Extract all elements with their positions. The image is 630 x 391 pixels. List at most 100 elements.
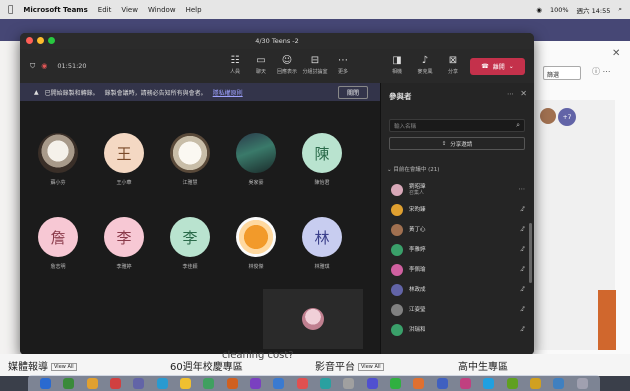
participant-row[interactable]: 洪瑞和 ♪̸ [391, 322, 527, 338]
app-menu[interactable]: Microsoft Teams [23, 6, 87, 14]
background-filter-button[interactable]: 篩選 [543, 66, 581, 80]
panel-close-icon[interactable]: ✕ [520, 89, 527, 98]
shield-icon[interactable]: ⛉ [30, 62, 35, 71]
wifi-icon[interactable]: ◉ [536, 6, 542, 14]
dock-app-icon[interactable] [86, 377, 98, 389]
close-window-icon[interactable] [26, 37, 33, 44]
minimize-window-icon[interactable] [37, 37, 44, 44]
mic-off-icon[interactable]: ♪̸ [521, 325, 525, 333]
participant-tile[interactable]: 江雅慧 [165, 133, 215, 186]
share-invite-button[interactable]: ⇪ 分享邀請 [389, 137, 525, 150]
dock-app-icon[interactable] [366, 377, 378, 389]
leave-button[interactable]: ☎ 離開 ⌄ [470, 58, 525, 75]
participant-row[interactable]: 江姿瑩 ♪̸ [391, 302, 527, 318]
share-button[interactable]: ⊠ 分享 [440, 55, 466, 75]
more-icon: ⋯ [338, 55, 348, 66]
dock-app-icon[interactable] [40, 377, 52, 389]
mic-off-icon[interactable]: ♪̸ [521, 205, 525, 213]
battery-label[interactable]: 100% [550, 6, 569, 14]
background-count-badge: +7 [558, 108, 576, 126]
video-platform-link[interactable]: 影音平台 View All [315, 358, 384, 373]
participant-search-input[interactable]: 輸入名稱 ⌕ [389, 119, 525, 132]
participant-row[interactable]: 黃丁心 ♪̸ [391, 222, 527, 238]
dock-app-icon[interactable] [390, 377, 402, 389]
background-page-strip: 媒體報導 View All 60週年校慶專區 cleaning cost? 影音平… [0, 350, 630, 376]
record-icon: ◉ [41, 62, 48, 70]
apple-icon[interactable]:  [8, 5, 13, 15]
participant-tile[interactable]: 李李雅婷 [99, 217, 149, 270]
mic-off-icon[interactable]: ♪̸ [521, 305, 525, 313]
dock-app-icon[interactable] [506, 377, 518, 389]
participant-row[interactable]: 宋昀臻 ♪̸ [391, 202, 527, 218]
menu-window[interactable]: Window [148, 6, 176, 14]
dock-app-icon[interactable] [250, 377, 262, 389]
participant-tile[interactable]: 李李佳穎 [165, 217, 215, 270]
view-all-tag[interactable]: View All [51, 363, 77, 371]
people-button[interactable]: ☷ 人員 [222, 55, 248, 75]
participant-row-avatar [391, 264, 403, 276]
participant-row[interactable]: 劉昭瑋 召集人 ⋯ [391, 182, 527, 198]
menu-view[interactable]: View [121, 6, 138, 14]
background-close-icon[interactable]: ✕ [612, 48, 620, 59]
background-more-icon[interactable]: ⓘ ⋯ [592, 66, 611, 77]
reactions-button[interactable]: ☺ 回應表示 [274, 55, 300, 75]
mic-off-icon[interactable]: ♪̸ [521, 285, 525, 293]
mic-button[interactable]: ♪ 麥克風 [412, 55, 438, 75]
participant-tile[interactable]: 陳陳怡君 [297, 133, 347, 186]
media-link[interactable]: 媒體報導 View All [8, 358, 77, 373]
camera-button[interactable]: ◨ 相機 [384, 55, 410, 75]
participant-avatar [236, 133, 276, 173]
clock[interactable]: 週六 14:55 [577, 5, 611, 15]
participants-scrollbar[interactable] [529, 223, 532, 283]
dock-app-icon[interactable] [133, 377, 145, 389]
zoom-window-icon[interactable] [48, 37, 55, 44]
banner-close-button[interactable]: 關閉 [337, 86, 368, 99]
dock-app-icon[interactable] [320, 377, 332, 389]
participant-row[interactable]: 林政成 ♪̸ [391, 282, 527, 298]
dock-app-icon[interactable] [553, 377, 565, 389]
mic-off-icon[interactable]: ♪̸ [521, 245, 525, 253]
participant-tile[interactable]: 吳家豪 [231, 133, 281, 186]
participant-name: 吳家豪 [248, 180, 264, 186]
dock-app-icon[interactable] [530, 377, 542, 389]
dock-app-icon[interactable] [273, 377, 285, 389]
more-button[interactable]: ⋯ 更多 [330, 55, 356, 75]
participant-row[interactable]: 李雅婷 ♪̸ [391, 242, 527, 258]
dock-app-icon[interactable] [180, 377, 192, 389]
chat-button[interactable]: ▭ 聊天 [248, 55, 274, 75]
participant-tile[interactable]: 詹詹志明 [33, 217, 83, 270]
high-school-link[interactable]: 高中生專區 [458, 358, 508, 373]
dock-app-icon[interactable] [110, 377, 122, 389]
participant-tile[interactable]: 林俊傑 [231, 217, 281, 270]
in-meeting-section[interactable]: ⌄ 目前在會議中 (21) [387, 165, 439, 173]
dock-app-icon[interactable] [576, 377, 588, 389]
dock-app-icon[interactable] [63, 377, 75, 389]
mic-off-icon[interactable]: ♪̸ [521, 225, 525, 233]
menu-help[interactable]: Help [186, 6, 202, 14]
dock-app-icon[interactable] [296, 377, 308, 389]
privacy-link[interactable]: 隱私權原則 [213, 88, 243, 97]
participant-row[interactable]: 李佩瑜 ♪̸ [391, 262, 527, 278]
dock-app-icon[interactable] [483, 377, 495, 389]
rooms-button[interactable]: ⊟ 分組討論室 [302, 55, 328, 75]
dock-app-icon[interactable] [226, 377, 238, 389]
participant-tile[interactable]: 王王小華 [99, 133, 149, 186]
participant-row-avatar [391, 184, 403, 196]
search-icon[interactable]: ⌕ [618, 5, 622, 14]
view-all-tag-2[interactable]: View All [358, 363, 384, 371]
self-view[interactable] [263, 289, 363, 349]
dock-app-icon[interactable] [436, 377, 448, 389]
menu-edit[interactable]: Edit [98, 6, 112, 14]
chevron-down-icon[interactable]: ⌄ [509, 63, 514, 70]
dock-app-icon[interactable] [460, 377, 472, 389]
dock-app-icon[interactable] [203, 377, 215, 389]
participant-tile[interactable]: 林林雅琪 [297, 217, 347, 270]
dock-app-icon[interactable] [343, 377, 355, 389]
more-icon[interactable]: ⋯ [519, 185, 526, 193]
camera-label: 相機 [391, 69, 402, 75]
dock-app-icon[interactable] [413, 377, 425, 389]
dock-app-icon[interactable] [156, 377, 168, 389]
mic-off-icon[interactable]: ♪̸ [521, 265, 525, 273]
participant-tile[interactable]: 蘇小芬 [33, 133, 83, 186]
panel-more-icon[interactable]: ⋯ [507, 90, 514, 98]
